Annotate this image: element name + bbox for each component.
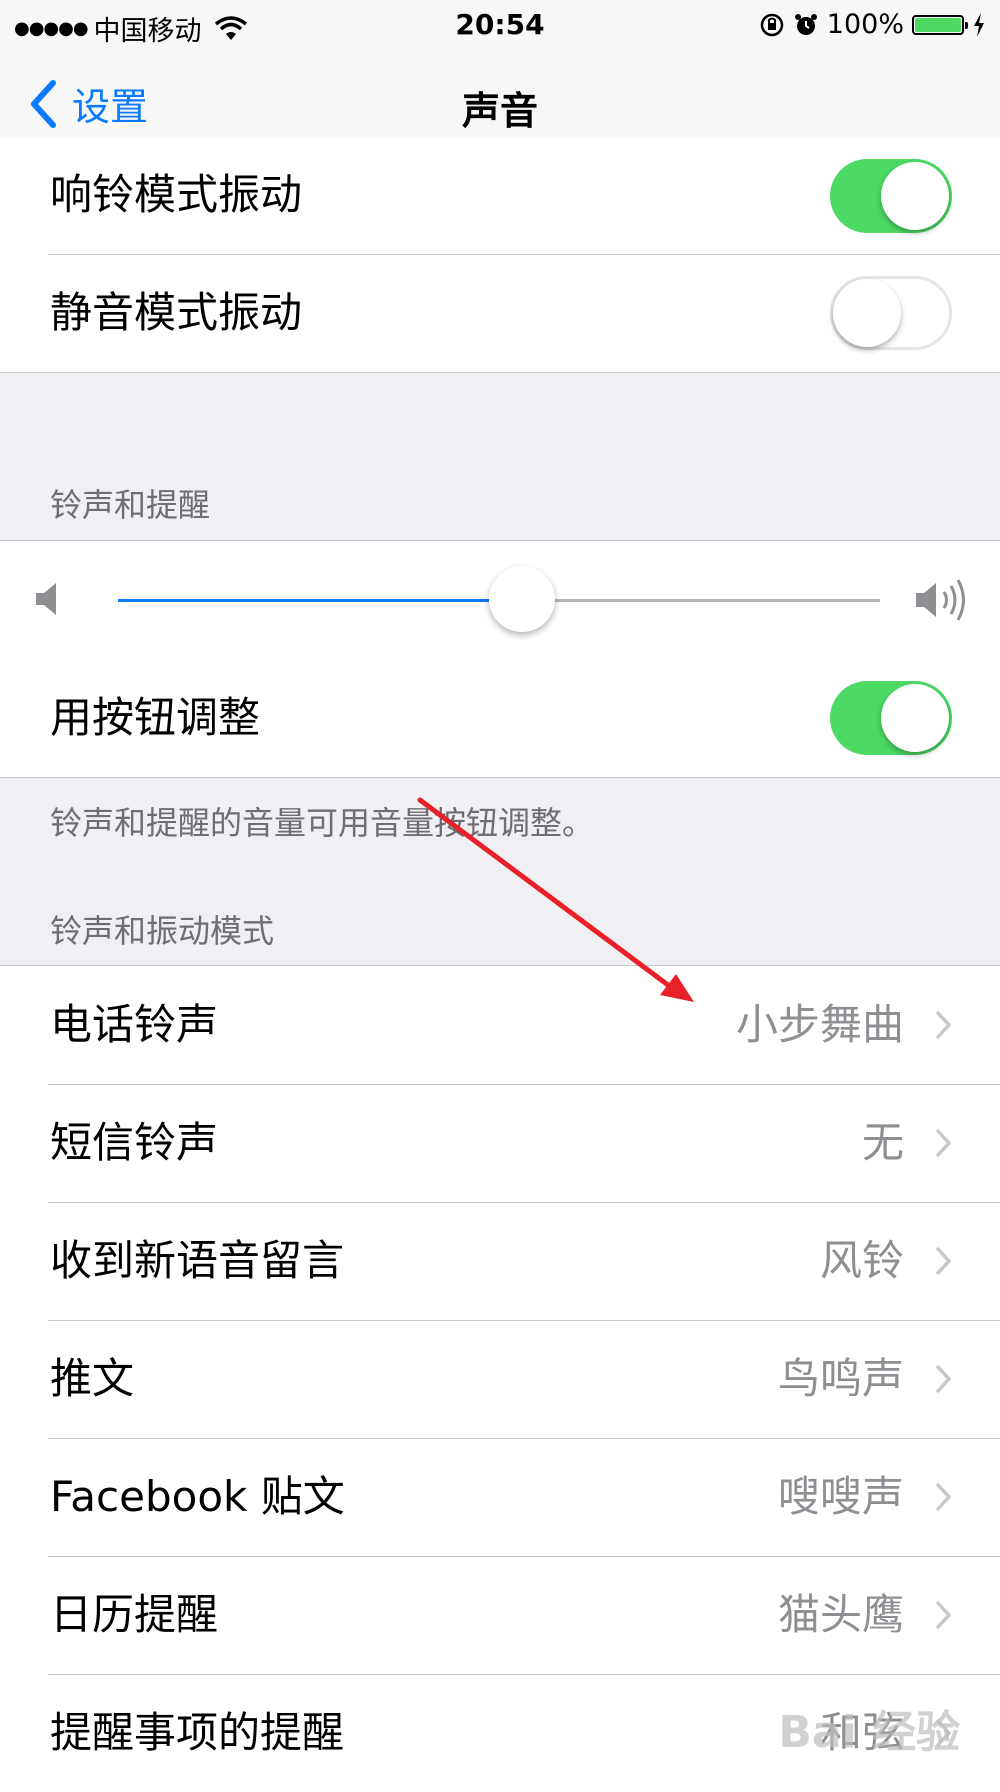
sound-row-tweet[interactable]: 推文 鸟鸣声 (0, 1320, 1000, 1438)
silent-vibrate-row: 静音模式振动 (0, 254, 1000, 372)
silent-vibrate-toggle[interactable] (830, 276, 952, 350)
volume-slider-fill (118, 599, 522, 602)
sound-row-label: Facebook 贴文 (50, 1472, 345, 1521)
chevron-right-icon (935, 1600, 952, 1630)
ring-vibrate-toggle[interactable] (830, 159, 952, 233)
status-bar: ●●●●● 中国移动 20:54 100% (0, 0, 1000, 50)
change-with-buttons-toggle[interactable] (830, 681, 952, 755)
sound-row-facebook-post[interactable]: Facebook 贴文 嗖嗖声 (0, 1438, 1000, 1556)
sound-row-label: 提醒事项的提醒 (50, 1708, 345, 1757)
change-with-buttons-label: 用按钮调整 (50, 693, 261, 742)
silent-vibrate-label: 静音模式振动 (50, 288, 303, 337)
charging-icon (974, 12, 984, 37)
sound-row-value: 风铃 (819, 1236, 904, 1285)
sound-row-ringtone[interactable]: 电话铃声 小步舞曲 (0, 966, 1000, 1084)
battery-fill (915, 17, 961, 32)
sound-row-label: 推文 (50, 1354, 135, 1403)
ring-vibrate-label: 响铃模式振动 (50, 170, 303, 219)
sounds-group: 电话铃声 小步舞曲 短信铃声 无 收到新语音留言 风铃 推文 鸟鸣声 Faceb… (0, 965, 1000, 1792)
battery-icon (912, 14, 968, 35)
sound-row-label: 电话铃声 (50, 1000, 219, 1049)
volume-high-icon (916, 579, 965, 621)
ringer-section-header: 铃声和提醒 (50, 486, 211, 524)
alarm-icon (794, 13, 817, 35)
sound-row-value: 无 (861, 1118, 904, 1167)
toggle-knob (881, 162, 949, 230)
battery-percent: 100% (826, 9, 904, 40)
volume-slider-thumb[interactable] (488, 566, 555, 632)
sound-row-label: 短信铃声 (50, 1118, 219, 1167)
chevron-right-icon (935, 1246, 952, 1276)
orientation-lock-icon (760, 13, 784, 36)
change-with-buttons-row: 用按钮调整 (0, 659, 1000, 777)
sound-row-label: 收到新语音留言 (50, 1236, 345, 1285)
chevron-right-icon (935, 1364, 952, 1394)
watermark-logo: Bai 经验 (778, 1707, 960, 1758)
chevron-right-icon (935, 1010, 952, 1040)
sound-row-new-voicemail[interactable]: 收到新语音留言 风铃 (0, 1202, 1000, 1320)
ring-vibrate-row: 响铃模式振动 (0, 138, 1000, 254)
status-right: 100% (759, 9, 986, 40)
toggle-knob (833, 279, 901, 347)
chevron-right-icon (935, 1128, 952, 1158)
volume-low-icon (36, 583, 56, 615)
toggle-knob (881, 684, 949, 752)
sound-row-value: 小步舞曲 (735, 1000, 904, 1049)
ringer-group: 用按钮调整 (0, 540, 1000, 778)
ringer-volume-row (0, 541, 1000, 659)
sound-row-calendar-alert[interactable]: 日历提醒 猫头鹰 (0, 1556, 1000, 1674)
volume-slider-track[interactable] (118, 566, 880, 632)
vibrate-group: 响铃模式振动 静音模式振动 (0, 138, 1000, 373)
ringer-footer-text: 铃声和提醒的音量可用音量按钮调整。 (50, 804, 595, 842)
sound-row-value: 猫头鹰 (777, 1590, 904, 1639)
sound-row-label: 日历提醒 (50, 1590, 219, 1639)
sounds-section-header: 铃声和振动模式 (50, 912, 275, 950)
sound-row-value: 嗖嗖声 (777, 1472, 904, 1521)
chevron-right-icon (935, 1482, 952, 1512)
sound-row-value: 鸟鸣声 (777, 1354, 904, 1403)
page-title: 声音 (461, 89, 538, 133)
sound-row-text-tone[interactable]: 短信铃声 无 (0, 1084, 1000, 1202)
